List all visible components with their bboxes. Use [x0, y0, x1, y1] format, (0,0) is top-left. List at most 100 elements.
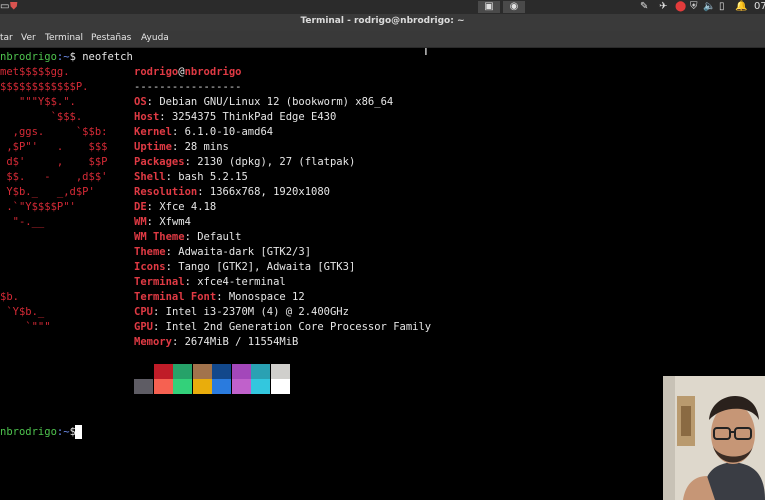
info-colon: : — [152, 321, 166, 333]
logo-line: ,ggs. `$$b: — [0, 126, 108, 138]
info-value: 28 mins — [184, 141, 229, 153]
info-value: Tango [GTK2], Adwaita [GTK3] — [178, 261, 356, 273]
info-colon: : — [146, 216, 160, 228]
info-colon: : — [165, 261, 179, 273]
info-key: CPU — [134, 306, 153, 318]
palette-swatch — [134, 379, 153, 394]
info-row: OS: Debian GNU/Linux 12 (bookworm) x86_6… — [134, 95, 393, 110]
palette-swatch — [192, 364, 212, 379]
info-key: WM — [134, 216, 147, 228]
palette-swatch — [231, 364, 251, 379]
terminal-view[interactable]: I nbrodrigo:~$ neofetch met$$$$$gg. $$$$$… — [0, 48, 765, 500]
info-key: GPU — [134, 321, 153, 333]
menu-edit[interactable]: tar — [0, 33, 13, 43]
logo-line: .`"Y$$$$P"' — [0, 201, 76, 213]
logo-line: """Y$$.". — [0, 96, 76, 108]
volume-icon[interactable]: 🔈 — [703, 1, 715, 13]
clock[interactable]: 07 — [754, 1, 765, 13]
info-colon: : — [171, 336, 185, 348]
palette-swatch — [251, 364, 270, 379]
logo-line: ,$P"' . $$$ — [0, 141, 108, 153]
palette-swatch — [153, 364, 173, 379]
info-key: DE — [134, 201, 147, 213]
info-key: Icons — [134, 261, 166, 273]
ibeam-cursor-icon: I — [424, 48, 428, 59]
palette-swatch — [173, 379, 192, 394]
info-row: Kernel: 6.1.0-10-amd64 — [134, 125, 273, 140]
palette-swatch — [251, 379, 270, 394]
pin-icon[interactable]: ✎ — [640, 1, 648, 13]
palette-swatch — [173, 364, 192, 379]
palette-swatch — [153, 379, 173, 394]
info-colon: : — [159, 111, 172, 123]
info-value: Monospace 12 — [228, 291, 305, 303]
info-value: xfce4-terminal — [197, 276, 286, 288]
workspace-2-icon[interactable]: ◉ — [503, 1, 525, 13]
info-value: Intel i3-2370M (4) @ 2.400GHz — [165, 306, 349, 318]
info-row: Uptime: 28 mins — [134, 140, 229, 155]
info-key: Packages — [134, 156, 185, 168]
prompt-line: nbrodrigo:~$ neofetch — [0, 50, 133, 65]
info-row: GPU: Intel 2nd Generation Core Processor… — [134, 320, 431, 335]
logo-line: Y$b._ _,d$P' — [0, 186, 95, 198]
menu-help[interactable]: Ayuda — [141, 33, 169, 43]
info-value: 1366x768, 1920x1080 — [209, 186, 330, 198]
prompt-line-2: nbrodrigo:~$ — [0, 425, 76, 440]
info-value: Intel 2nd Generation Core Processor Fami… — [165, 321, 432, 333]
palette-swatch — [212, 379, 231, 394]
menu-terminal[interactable]: Terminal — [45, 33, 83, 43]
info-row: DE: Xfce 4.18 — [134, 200, 216, 215]
info-key: OS — [134, 96, 147, 108]
info-key: Terminal — [134, 276, 185, 288]
app-launcher-icon[interactable]: ▭ — [0, 1, 9, 13]
workspace-1-icon[interactable]: ▣ — [478, 1, 500, 13]
info-key: Terminal Font — [134, 291, 217, 303]
info-value: Debian GNU/Linux 12 (bookworm) x86_64 — [159, 96, 394, 108]
menu-bar: tar Ver Terminal Pestañas Ayuda — [0, 31, 765, 48]
info-colon: : — [146, 96, 160, 108]
info-row: Resolution: 1366x768, 1920x1080 — [134, 185, 330, 200]
prompt-user: nbrodrigo — [0, 426, 57, 438]
info-key: Host — [134, 111, 160, 123]
menu-view[interactable]: Ver — [21, 33, 36, 43]
logo-line: $$. - ,d$$' — [0, 171, 108, 183]
header-host: nbrodrigo — [184, 66, 242, 78]
info-row: Packages: 2130 (dpkg), 27 (flatpak) — [134, 155, 355, 170]
header-separator: ----------------- — [134, 81, 242, 93]
info-colon: : — [216, 291, 229, 303]
info-key: Shell — [134, 171, 166, 183]
info-row: Terminal: xfce4-terminal — [134, 275, 286, 290]
webcam-overlay — [663, 376, 765, 500]
prompt-path: :~ — [56, 426, 70, 438]
logo-line: "-.__ — [0, 216, 45, 228]
info-colon: : — [184, 156, 198, 168]
info-key: Resolution — [134, 186, 198, 198]
palette-swatch — [231, 379, 251, 394]
info-row: Host: 3254375 ThinkPad Edge E430 — [134, 110, 336, 125]
header-user: rodrigo — [134, 66, 179, 78]
info-key: WM Theme — [134, 231, 185, 243]
shield-status-icon[interactable]: ⛨ — [690, 1, 698, 13]
info-key: Memory — [134, 336, 172, 348]
info-row: Memory: 2674MiB / 11554MiB — [134, 335, 298, 350]
info-value: Adwaita-dark [GTK2/3] — [178, 246, 312, 258]
info-key: Uptime — [134, 141, 172, 153]
palette-swatch — [134, 364, 153, 379]
network-icon[interactable]: ✈ — [659, 1, 667, 13]
shield-icon[interactable]: ⛊ — [10, 1, 18, 13]
battery-icon[interactable]: ▯ — [719, 1, 725, 13]
window-title-bar[interactable]: Terminal - rodrigo@nbrodrigo: ~ — [0, 14, 765, 31]
top-panel: ▭ ⛊ ▣ ◉ ✎ ✈ ⬤ ⛨ 🔈 ▯ 🔔 07 — [0, 0, 765, 14]
prompt-path: :~ — [56, 51, 70, 63]
info-row: Icons: Tango [GTK2], Adwaita [GTK3] — [134, 260, 355, 275]
info-value: 2674MiB / 11554MiB — [184, 336, 299, 348]
info-colon: : — [197, 186, 210, 198]
info-value: Xfce 4.18 — [159, 201, 217, 213]
info-value: 6.1.0-10-amd64 — [184, 126, 274, 138]
info-row: Theme: Adwaita-dark [GTK2/3] — [134, 245, 311, 260]
palette-swatch — [270, 364, 290, 379]
record-icon[interactable]: ⬤ — [675, 1, 686, 13]
neofetch-header: rodrigo@nbrodrigo — [134, 65, 242, 80]
menu-tabs[interactable]: Pestañas — [91, 33, 131, 43]
notification-bell-icon[interactable]: 🔔 — [735, 1, 747, 13]
